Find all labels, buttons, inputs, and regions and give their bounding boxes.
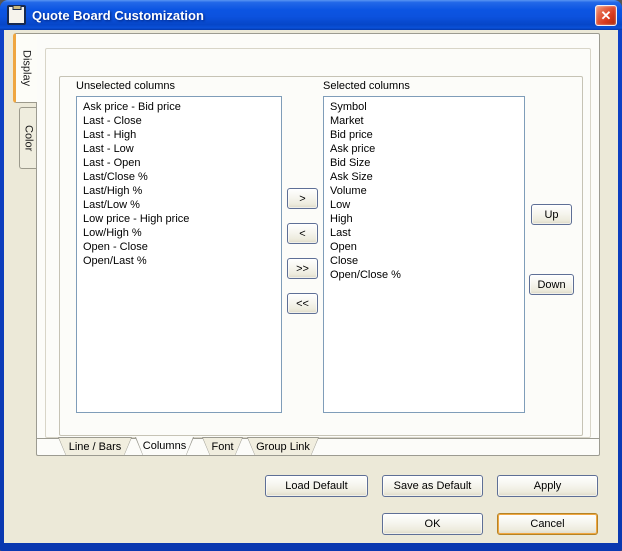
tab-group-link[interactable]: Group Link [247, 437, 319, 456]
selected-columns-label: Selected columns [323, 80, 410, 92]
list-item[interactable]: Market [324, 114, 524, 128]
window-title: Quote Board Customization [32, 8, 595, 23]
list-item[interactable]: Bid Size [324, 156, 524, 170]
apply-button[interactable]: Apply [497, 475, 598, 497]
tab-color[interactable]: Color [19, 107, 37, 169]
tab-columns[interactable]: Columns [135, 437, 194, 456]
tab-display[interactable]: Display [13, 33, 37, 103]
list-item[interactable]: Open/Last % [77, 254, 281, 268]
load-default-button[interactable]: Load Default [265, 475, 368, 497]
list-item[interactable]: Open/Close % [324, 268, 524, 282]
move-left-button[interactable]: < [287, 223, 318, 244]
list-item[interactable]: Ask price - Bid price [77, 100, 281, 114]
list-item[interactable]: Last - Low [77, 142, 281, 156]
down-button[interactable]: Down [529, 274, 574, 295]
save-as-default-button[interactable]: Save as Default [382, 475, 483, 497]
clipboard-clip [12, 5, 21, 10]
list-item[interactable]: Ask price [324, 142, 524, 156]
close-icon: ✕ [601, 8, 612, 23]
close-button[interactable]: ✕ [595, 5, 617, 26]
display-tab-panel: Unselected columns Selected columns Ask … [36, 33, 600, 456]
list-item[interactable]: Last - Open [77, 156, 281, 170]
list-item[interactable]: Last - High [77, 128, 281, 142]
list-item[interactable]: Low/High % [77, 226, 281, 240]
move-all-right-button[interactable]: >> [287, 258, 318, 279]
tab-color-label: Color [23, 125, 35, 151]
unselected-columns-list[interactable]: Ask price - Bid priceLast - CloseLast - … [76, 96, 282, 413]
list-item[interactable]: Open [324, 240, 524, 254]
dialog-body: Display Color Unselected columns Selecte… [4, 30, 618, 543]
list-item[interactable]: Open - Close [77, 240, 281, 254]
list-item[interactable]: Low [324, 198, 524, 212]
list-item[interactable]: Bid price [324, 128, 524, 142]
cancel-button[interactable]: Cancel [497, 513, 598, 535]
list-item[interactable]: High [324, 212, 524, 226]
ok-button[interactable]: OK [382, 513, 483, 535]
list-item[interactable]: Volume [324, 184, 524, 198]
titlebar[interactable]: Quote Board Customization ✕ [0, 0, 622, 30]
tab-font-label: Font [211, 441, 233, 453]
list-item[interactable]: Last/Low % [77, 198, 281, 212]
list-item[interactable]: Symbol [324, 100, 524, 114]
tab-columns-label: Columns [143, 440, 186, 452]
move-all-left-button[interactable]: << [287, 293, 318, 314]
tab-display-label: Display [21, 50, 33, 86]
list-item[interactable]: Low price - High price [77, 212, 281, 226]
tab-line-bars[interactable]: Line / Bars [58, 437, 132, 456]
list-item[interactable]: Close [324, 254, 524, 268]
clipboard-icon [7, 5, 26, 25]
dialog-window: Quote Board Customization ✕ Display Colo… [0, 0, 622, 551]
tab-line-bars-label: Line / Bars [69, 441, 122, 453]
list-item[interactable]: Last - Close [77, 114, 281, 128]
list-item[interactable]: Last [324, 226, 524, 240]
move-right-button[interactable]: > [287, 188, 318, 209]
up-button[interactable]: Up [531, 204, 572, 225]
list-item[interactable]: Last/High % [77, 184, 281, 198]
list-item[interactable]: Ask Size [324, 170, 524, 184]
selected-columns-list[interactable]: SymbolMarketBid priceAsk priceBid SizeAs… [323, 96, 525, 413]
unselected-columns-label: Unselected columns [76, 80, 175, 92]
list-item[interactable]: Last/Close % [77, 170, 281, 184]
tab-group-link-label: Group Link [256, 441, 310, 453]
